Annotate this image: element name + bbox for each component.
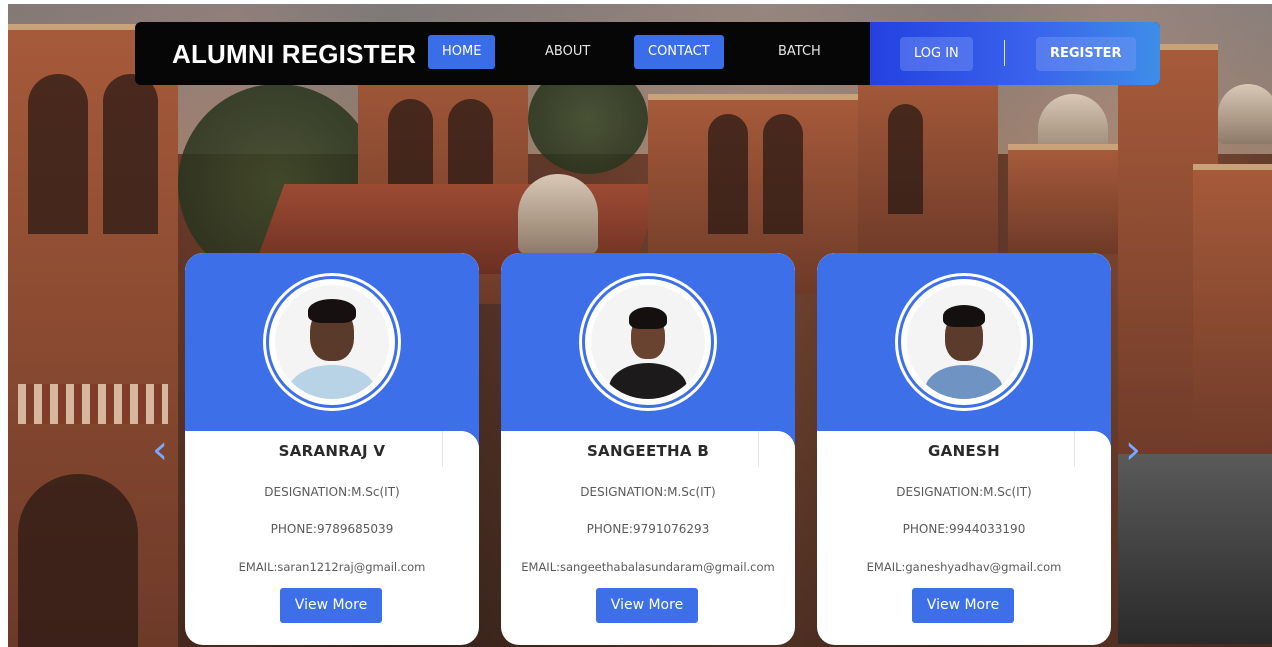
nav-contact[interactable]: CONTACT <box>634 35 724 69</box>
alumni-designation: DESIGNATION:M.Sc(IT) <box>896 485 1032 499</box>
avatar <box>582 276 714 408</box>
alumni-name: SARANRAJ V <box>278 442 386 460</box>
alumni-designation: DESIGNATION:M.Sc(IT) <box>580 485 716 499</box>
alumni-email: EMAIL:sangeethabalasundaram@gmail.com <box>521 560 775 574</box>
alumni-name: GANESH <box>928 442 1000 460</box>
alumni-email: EMAIL:ganeshyadhav@gmail.com <box>866 560 1062 574</box>
alumni-name: SANGEETHA B <box>586 442 710 460</box>
nav-about[interactable]: ABOUT <box>531 35 604 69</box>
nav-home[interactable]: HOME <box>428 35 496 69</box>
alumni-phone: PHONE:9789685039 <box>270 522 394 536</box>
alumni-phone: PHONE:9791076293 <box>586 522 710 536</box>
chevron-right-icon[interactable]: › <box>1125 430 1147 470</box>
auth-divider <box>1004 40 1005 66</box>
alumni-card: SARANRAJ V DESIGNATION:M.Sc(IT) PHONE:97… <box>185 253 479 645</box>
avatar <box>266 276 398 408</box>
alumni-designation: DESIGNATION:M.Sc(IT) <box>264 485 400 499</box>
chevron-left-icon[interactable]: ‹ <box>152 430 174 470</box>
view-more-button[interactable]: View More <box>596 588 698 623</box>
auth-area: LOG IN REGISTER <box>870 22 1160 85</box>
avatar <box>898 276 1030 408</box>
register-button[interactable]: REGISTER <box>1036 37 1136 71</box>
brand-title[interactable]: ALUMNI REGISTER <box>172 39 416 70</box>
view-more-button[interactable]: View More <box>280 588 382 623</box>
alumni-phone: PHONE:9944033190 <box>902 522 1026 536</box>
alumni-card: GANESH DESIGNATION:M.Sc(IT) PHONE:994403… <box>817 253 1111 645</box>
alumni-card: SANGEETHA B DESIGNATION:M.Sc(IT) PHONE:9… <box>501 253 795 645</box>
nav-batch[interactable]: BATCH <box>764 35 835 69</box>
view-more-button[interactable]: View More <box>912 588 1014 623</box>
navbar: ALUMNI REGISTER HOME ABOUT CONTACT BATCH… <box>135 22 1160 85</box>
alumni-email: EMAIL:saran1212raj@gmail.com <box>238 560 426 574</box>
login-button[interactable]: LOG IN <box>900 37 973 71</box>
